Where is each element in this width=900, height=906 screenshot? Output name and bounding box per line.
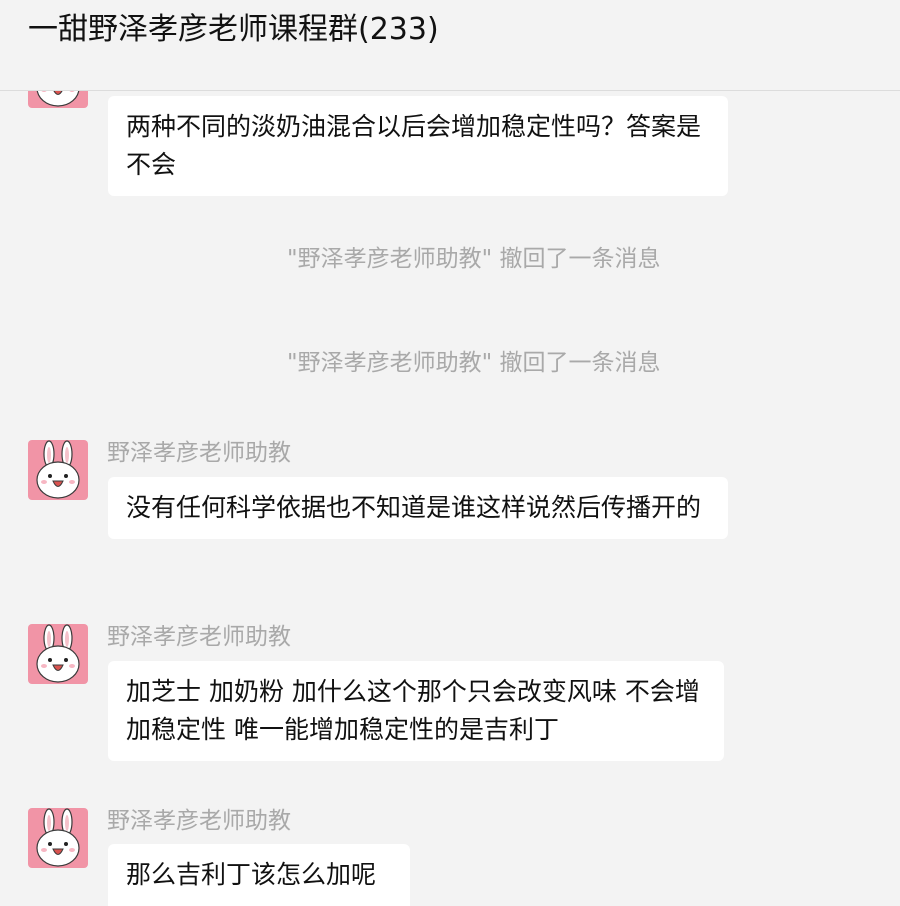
avatar[interactable] xyxy=(28,440,88,500)
message-bubble[interactable]: 加芝士 加奶粉 加什么这个那个只会改变风味 不会增加稳定性 唯一能增加稳定性的是… xyxy=(108,661,724,761)
chat-header: 一甜野泽孝彦老师课程群(233) xyxy=(0,0,900,91)
message-bubble[interactable]: 没有任何科学依据也不知道是谁这样说然后传播开的 xyxy=(108,477,728,539)
recall-notice: "野泽孝彦老师助教" 撤回了一条消息 xyxy=(287,350,661,376)
message-bubble[interactable]: 两种不同的淡奶油混合以后会增加稳定性吗？答案是不会 xyxy=(108,96,728,196)
sender-name: 野泽孝彦老师助教 xyxy=(107,808,291,834)
bunny-avatar-icon xyxy=(36,440,80,499)
chat-window: 两种不同的淡奶油混合以后会增加稳定性吗？答案是不会 "野泽孝彦老师助教" 撤回了… xyxy=(0,0,900,906)
avatar[interactable] xyxy=(28,808,88,868)
avatar[interactable] xyxy=(28,624,88,684)
sender-name: 野泽孝彦老师助教 xyxy=(107,624,291,650)
sender-name: 野泽孝彦老师助教 xyxy=(107,440,291,466)
recall-notice: "野泽孝彦老师助教" 撤回了一条消息 xyxy=(287,246,661,272)
bunny-avatar-icon xyxy=(36,808,80,867)
chat-title[interactable]: 一甜野泽孝彦老师课程群(233) xyxy=(28,10,439,50)
message-bubble[interactable]: 那么吉利丁该怎么加呢 xyxy=(108,844,410,906)
bunny-avatar-icon xyxy=(36,624,80,683)
